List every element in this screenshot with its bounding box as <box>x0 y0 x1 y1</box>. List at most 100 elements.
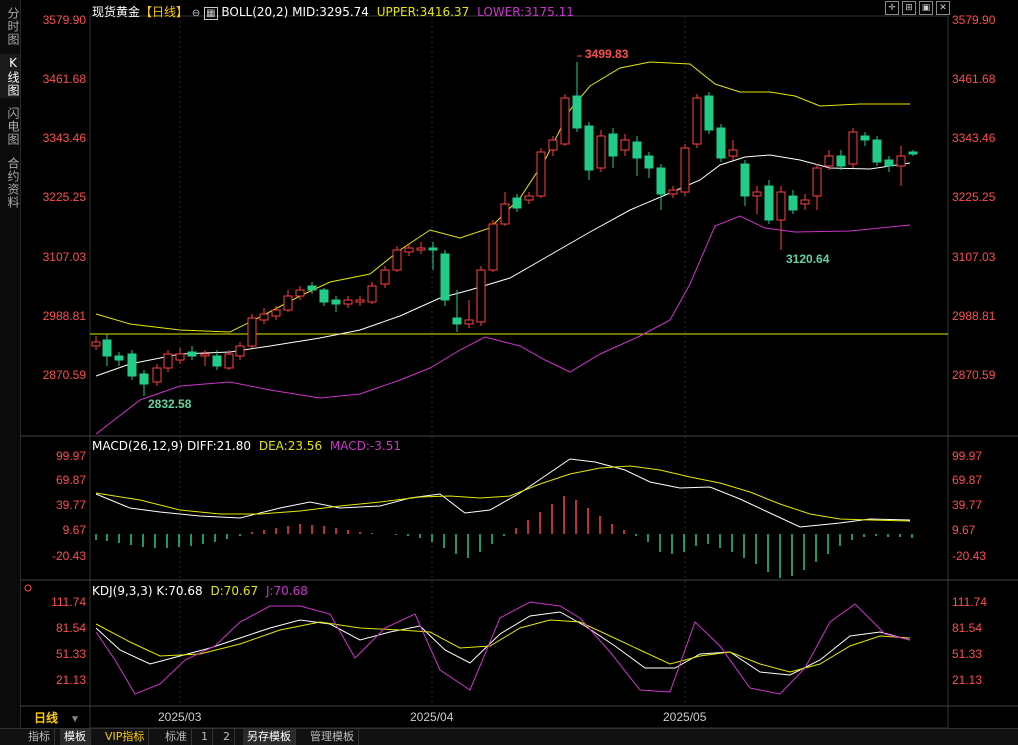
macd-axis-right: 99.97 69.87 39.77 9.67 -20.43 <box>952 449 986 563</box>
kdj-d-value: D:70.67 <box>210 584 259 598</box>
price-axis-right: 3579.90 3461.68 3343.46 3225.25 3107.03 2988.… <box>952 13 996 382</box>
dropdown-arrow-icon: ▼ <box>70 714 80 725</box>
tab-2[interactable]: 2 <box>219 729 235 745</box>
candle-body <box>584 125 594 171</box>
kdj-label[interactable]: KDJ(9,3,3) <box>92 584 153 598</box>
chart-frame <box>89 15 949 728</box>
candle-body <box>632 141 642 159</box>
period-indicator: 日线 <box>34 710 58 725</box>
axis-tick-label: 111.74 <box>51 595 86 609</box>
axis-tick-label: 3579.90 <box>43 13 87 27</box>
axis-tick-label: 21.13 <box>56 673 86 687</box>
candle-body <box>464 319 474 325</box>
tab-templates[interactable]: 模板 <box>60 729 91 745</box>
kdj-d-line <box>95 619 911 673</box>
close-icon[interactable]: ✕ <box>936 1 950 15</box>
macd-diff-line <box>95 458 911 528</box>
candle-body <box>367 285 377 303</box>
candle-body <box>331 299 341 305</box>
axis-tick-label: 3107.03 <box>952 250 996 264</box>
candle-body <box>896 155 906 167</box>
candle-body <box>692 97 702 145</box>
axis-tick-label: -20.43 <box>52 549 86 563</box>
kdj-j-line <box>95 601 911 695</box>
candle-body <box>860 135 870 141</box>
candle-body <box>884 159 894 167</box>
candle-body <box>500 203 510 225</box>
candle-body <box>548 139 558 151</box>
x-label-apr: 2025/04 <box>410 710 454 724</box>
tab-vip-indicators[interactable]: VIP指标 <box>101 729 150 745</box>
candle-body <box>476 269 486 323</box>
annotation-high: 3499.83 <box>585 47 629 61</box>
candle-body <box>175 353 185 361</box>
candle-body <box>200 353 210 357</box>
macd-axis-left: 99.97 69.87 39.77 9.67 -20.43 <box>52 449 86 563</box>
candle-body <box>428 247 438 251</box>
tab-standard[interactable]: 标准 <box>161 729 192 745</box>
candle-body <box>644 155 654 169</box>
x-label-may: 2025/05 <box>663 710 707 724</box>
window-icon[interactable]: ▣ <box>919 1 933 15</box>
candle-body <box>343 299 353 305</box>
macd-value: MACD:-3.51 <box>329 439 401 453</box>
tab-manage-templates[interactable]: 管理模板 <box>306 729 359 745</box>
candle-body <box>704 95 714 131</box>
axis-tick-label: 69.87 <box>56 473 86 487</box>
boll-mid-value: MID:3295.74 <box>292 5 369 19</box>
candle-body <box>355 299 365 303</box>
candle-body <box>283 295 293 311</box>
candle-body <box>102 339 112 357</box>
axis-tick-label: -20.43 <box>952 549 986 563</box>
crosshair-icon[interactable]: ✛ <box>885 1 899 15</box>
candle-body <box>656 167 666 195</box>
axis-tick-label: 81.54 <box>56 621 86 635</box>
boll-upper-value: UPPER:3416.37 <box>376 5 470 19</box>
macd-label[interactable]: MACD(26,12,9) <box>92 439 183 453</box>
period-label: 【日线】 <box>140 5 189 19</box>
axis-tick-label: 3461.68 <box>43 72 87 86</box>
axis-tick-label: 3343.46 <box>952 131 996 145</box>
boll-label[interactable]: BOLL(20,2) <box>221 5 288 19</box>
candle-body <box>259 313 269 321</box>
axis-tick-label: 69.87 <box>952 473 982 487</box>
axis-tick-label: 3579.90 <box>952 13 996 27</box>
macd-histogram <box>95 496 913 578</box>
tab-indicators[interactable]: 指标 <box>24 729 55 745</box>
axis-tick-label: 51.33 <box>952 647 982 661</box>
candle-body <box>788 195 798 211</box>
candle-body <box>728 149 738 157</box>
price-axis-left: 3579.90 3461.68 3343.46 3225.25 3107.03 2988.… <box>43 13 87 382</box>
candle-body <box>572 95 582 129</box>
candle-body <box>295 289 305 297</box>
axis-tick-label: 51.33 <box>56 647 86 661</box>
candle-body <box>536 151 546 197</box>
candle-body <box>224 353 234 369</box>
candle-body <box>716 127 726 159</box>
macd-header: MACD(26,12,9) DIFF:21.80 DEA:23.56 MACD:… <box>92 439 401 453</box>
tab-save-template[interactable]: 另存模板 <box>243 729 296 745</box>
collapse-icon[interactable]: ⊖ <box>192 8 200 19</box>
kdj-header: KDJ(9,3,3) K:70.68 D:70.67 J:70.68 <box>92 584 308 598</box>
grid-icon[interactable]: ⊞ <box>902 1 916 15</box>
axis-tick-label: 2870.59 <box>43 368 87 382</box>
candle-body <box>114 355 124 361</box>
indicator-grid-icon[interactable]: ▦ <box>204 7 218 20</box>
annotation-low: 2832.58 <box>148 397 192 411</box>
candle-body <box>271 309 281 317</box>
candle-body <box>319 289 329 303</box>
axis-tick-label: 3461.68 <box>952 72 996 86</box>
candle-body <box>740 163 750 197</box>
candle-body <box>247 317 257 347</box>
axis-tick-label: 111.74 <box>952 595 987 609</box>
candle-body <box>620 139 630 151</box>
candle-body <box>800 199 810 205</box>
main-chart-header: 现货黄金【日线】 ⊖ ▦ BOLL(20,2) MID:3295.74 UPPE… <box>92 3 574 20</box>
tab-1[interactable]: 1 <box>197 729 213 745</box>
chart-canvas[interactable]: 3579.90 3461.68 3343.46 3225.25 3107.03 2988.… <box>0 0 1018 728</box>
candle-body <box>416 247 426 251</box>
candle-body <box>848 131 858 165</box>
candle-body <box>488 223 498 271</box>
candle-body <box>680 147 690 193</box>
boll-lower-value: LOWER:3175.11 <box>477 5 574 19</box>
